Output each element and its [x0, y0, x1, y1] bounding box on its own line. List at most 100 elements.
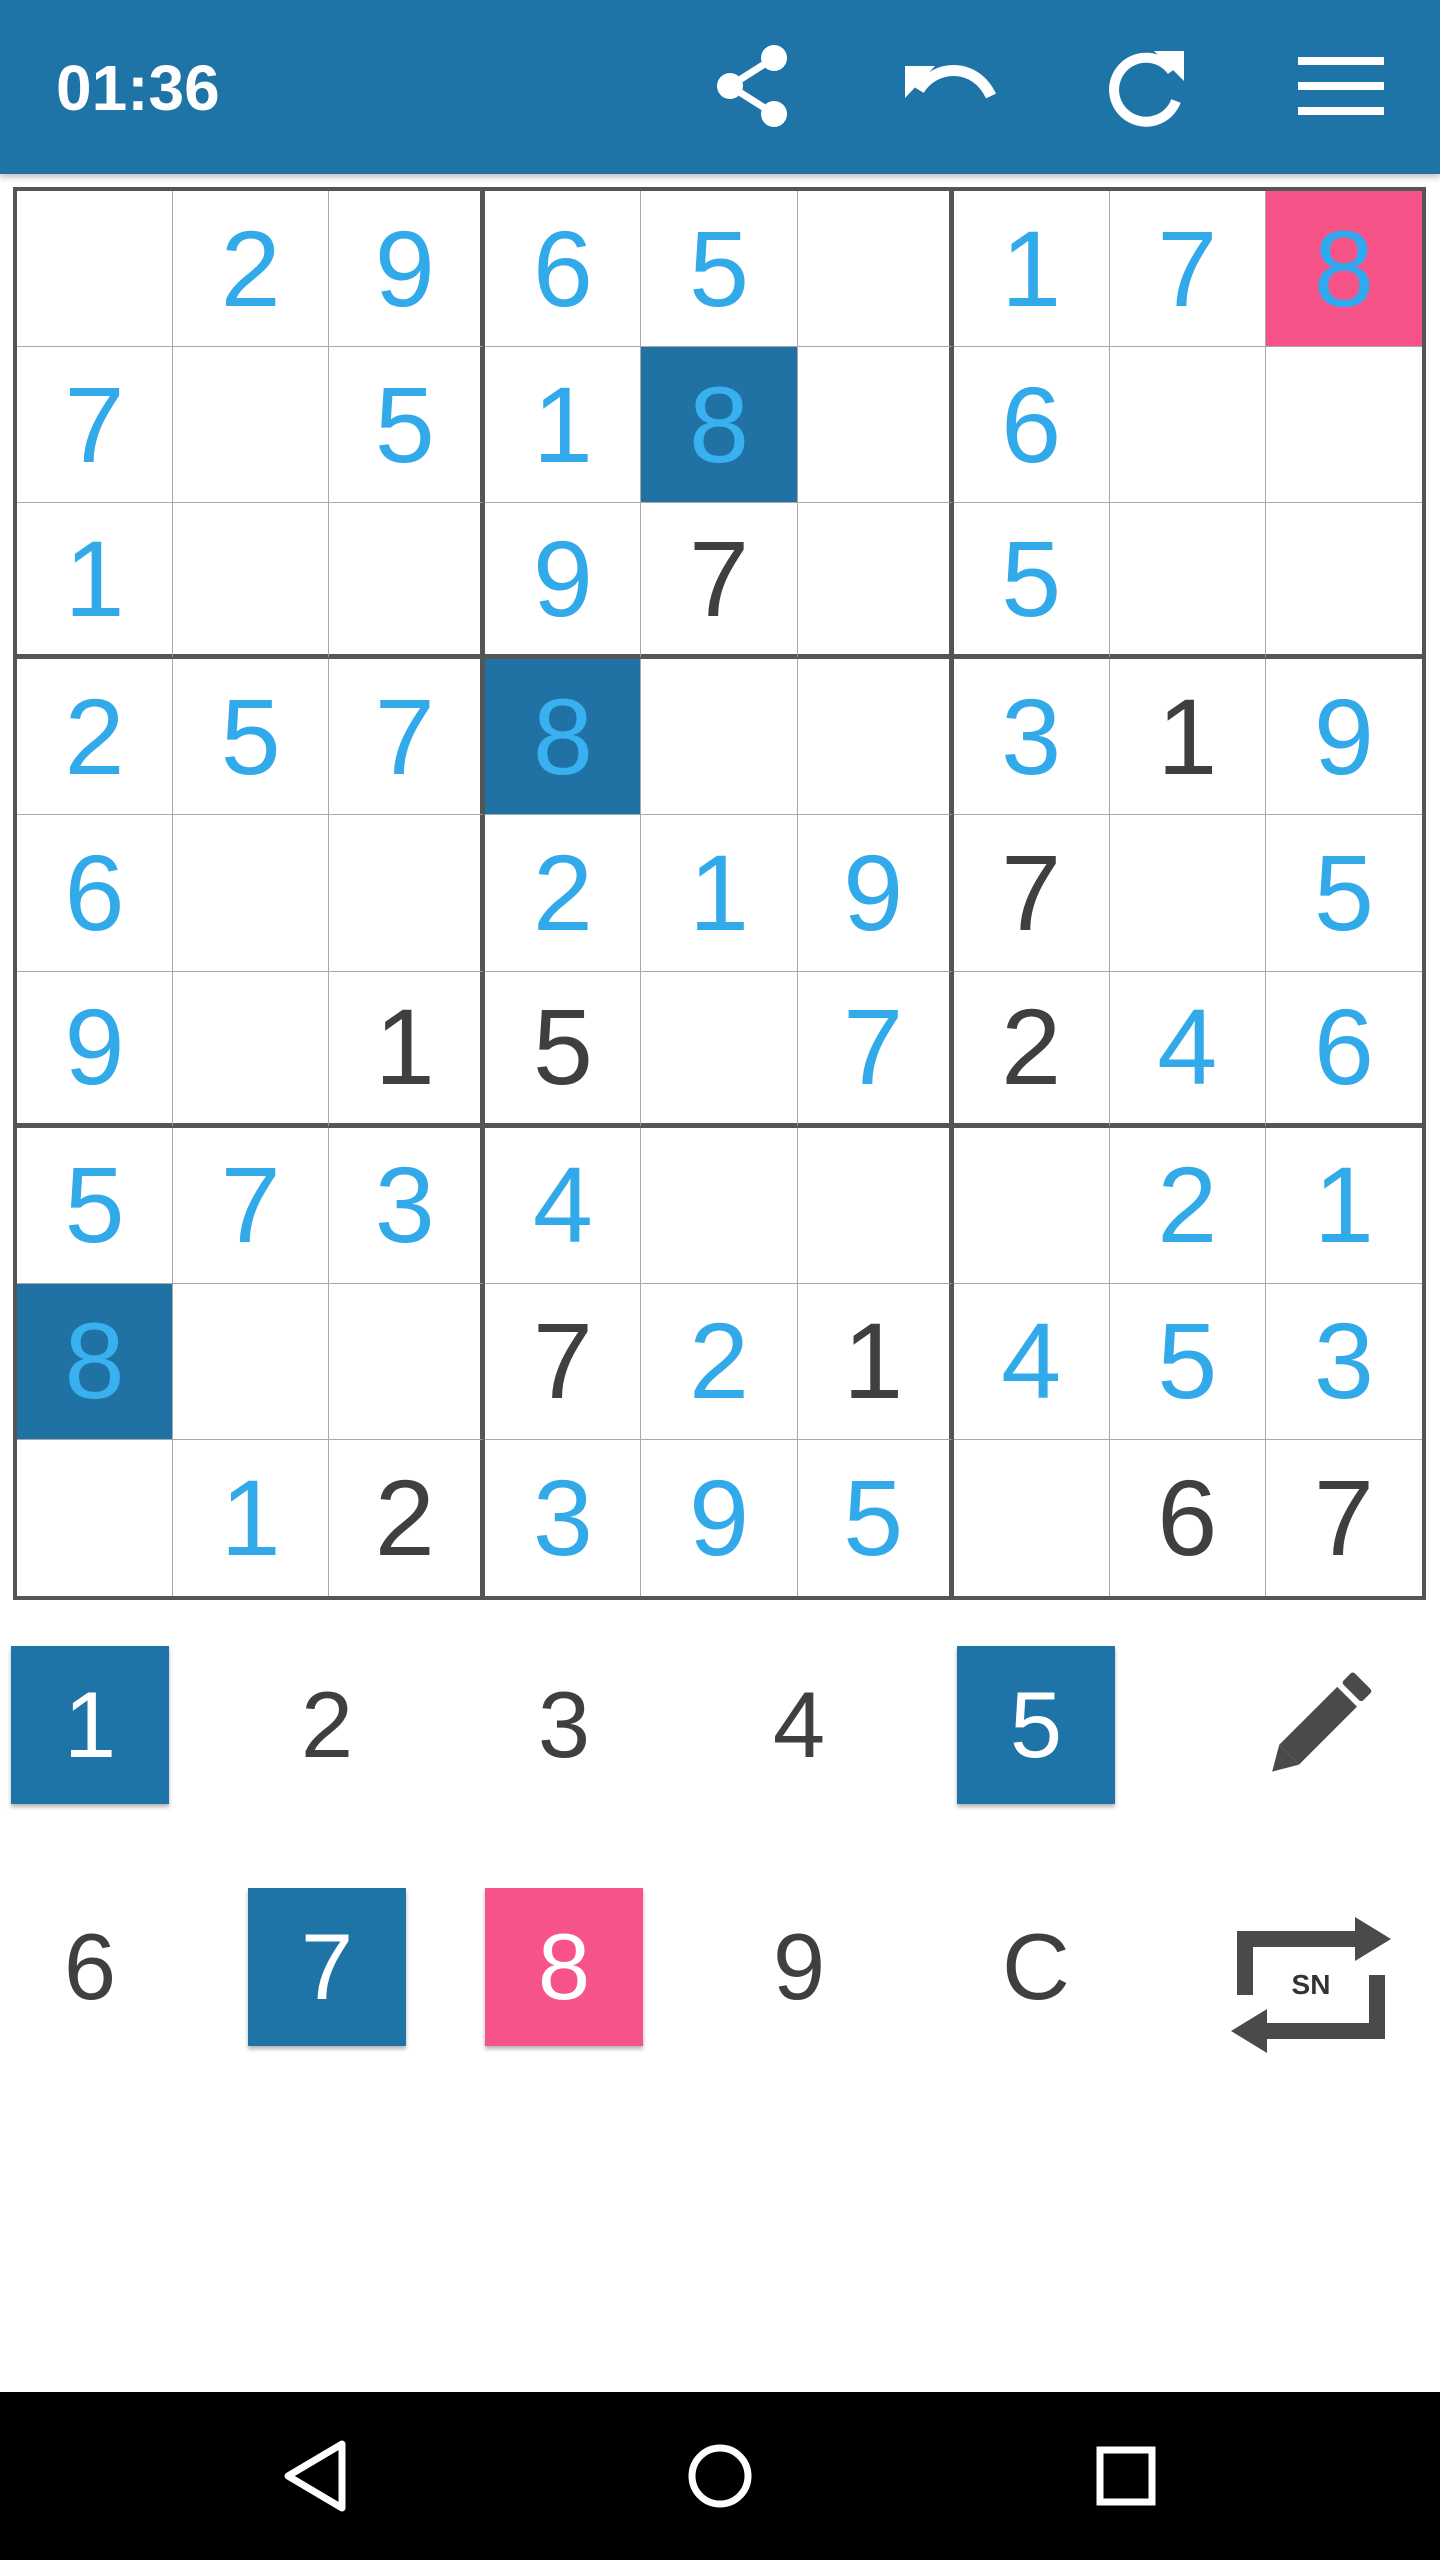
swap-sn-button[interactable]: SN	[1216, 1890, 1406, 2080]
cell-r1c3[interactable]: 9	[329, 191, 486, 348]
cell-r5c2[interactable]	[173, 815, 330, 972]
cell-r3c6[interactable]	[797, 503, 954, 660]
cell-r3c1[interactable]: 1	[17, 503, 174, 660]
digit-key-6[interactable]: 6	[11, 1888, 169, 2046]
cell-r6c9[interactable]: 6	[1265, 972, 1422, 1128]
cell-r9c5[interactable]: 9	[641, 1439, 798, 1596]
cell-r8c6[interactable]: 1	[797, 1283, 954, 1440]
cell-r8c3[interactable]	[329, 1283, 486, 1440]
cell-r5c9[interactable]: 5	[1265, 815, 1422, 972]
cell-r7c8[interactable]: 2	[1109, 1127, 1266, 1284]
digit-key-3[interactable]: 3	[485, 1646, 643, 1804]
digit-key-2[interactable]: 2	[248, 1646, 406, 1804]
cell-r2c2[interactable]	[173, 347, 330, 504]
cell-r3c8[interactable]	[1109, 503, 1266, 660]
cell-r6c1[interactable]: 9	[17, 971, 174, 1128]
cell-r8c5[interactable]: 2	[641, 1283, 798, 1440]
cell-r4c8[interactable]: 1	[1109, 659, 1266, 816]
digit-key-4[interactable]: 4	[720, 1646, 878, 1804]
home-icon[interactable]	[650, 2426, 790, 2526]
cell-r1c1[interactable]	[17, 191, 174, 348]
recents-icon[interactable]	[1056, 2426, 1196, 2526]
cell-r3c9[interactable]	[1265, 503, 1422, 660]
cell-r5c1[interactable]: 6	[17, 815, 174, 972]
cell-r2c7[interactable]: 6	[953, 347, 1110, 504]
cell-r6c5[interactable]	[641, 971, 798, 1128]
cell-r1c2[interactable]: 2	[173, 191, 330, 348]
cell-r9c2[interactable]: 1	[173, 1439, 330, 1596]
cell-r6c7[interactable]: 2	[953, 971, 1110, 1128]
digit-key-9[interactable]: 9	[720, 1888, 878, 2046]
cell-r9c9[interactable]: 7	[1266, 1440, 1422, 1596]
cell-r1c5[interactable]: 5	[641, 191, 798, 348]
digit-key-8[interactable]: 8	[485, 1888, 643, 2046]
cell-r9c4[interactable]: 3	[485, 1439, 642, 1596]
cell-r8c4[interactable]: 7	[485, 1283, 642, 1440]
cell-r2c8[interactable]	[1109, 347, 1266, 504]
cell-r5c4[interactable]: 2	[485, 815, 642, 972]
cell-r3c5[interactable]: 7	[641, 503, 798, 660]
cell-r5c6[interactable]: 9	[797, 815, 954, 972]
cell-r4c3[interactable]: 7	[329, 659, 486, 816]
cell-r5c5[interactable]: 1	[641, 815, 798, 972]
cell-r4c5[interactable]	[641, 659, 798, 816]
pencil-button[interactable]	[1228, 1646, 1404, 1804]
cell-r1c6[interactable]	[797, 191, 954, 348]
cell-r5c8[interactable]	[1109, 815, 1266, 972]
cell-r3c2[interactable]	[173, 503, 330, 660]
cell-r8c8[interactable]: 5	[1109, 1283, 1266, 1440]
cell-r7c9[interactable]: 1	[1265, 1128, 1422, 1284]
cell-r4c9[interactable]: 9	[1265, 659, 1422, 816]
digit-key-5[interactable]: 5	[957, 1646, 1115, 1804]
cell-r8c2[interactable]	[173, 1283, 330, 1440]
cell-r7c2[interactable]: 7	[173, 1127, 330, 1284]
cell-r4c2[interactable]: 5	[173, 659, 330, 816]
cell-r6c6[interactable]: 7	[797, 971, 954, 1128]
undo-icon[interactable]	[894, 36, 1004, 136]
cell-r4c1[interactable]: 2	[17, 659, 174, 816]
cell-r7c7[interactable]	[953, 1127, 1110, 1284]
cell-r6c3[interactable]: 1	[329, 971, 486, 1128]
cell-r1c7[interactable]: 1	[953, 191, 1110, 348]
cell-r4c6[interactable]	[797, 659, 954, 816]
cell-r7c5[interactable]	[641, 1127, 798, 1284]
cell-r5c7[interactable]: 7	[953, 815, 1110, 972]
cell-r1c8[interactable]: 7	[1109, 191, 1266, 348]
digit-key-7[interactable]: 7	[248, 1888, 406, 2046]
cell-r7c6[interactable]	[797, 1127, 954, 1284]
cell-r2c5[interactable]: 8	[641, 347, 798, 504]
cell-r2c9[interactable]	[1265, 347, 1422, 504]
cell-r9c8[interactable]: 6	[1110, 1439, 1266, 1596]
cell-r2c6[interactable]	[797, 347, 954, 504]
share-icon[interactable]	[698, 36, 808, 136]
cell-r5c3[interactable]	[329, 815, 486, 972]
cell-r6c4[interactable]: 5	[485, 971, 642, 1128]
cell-r3c3[interactable]	[329, 503, 486, 660]
cell-r9c3[interactable]: 2	[329, 1439, 486, 1596]
menu-icon[interactable]	[1286, 36, 1396, 136]
cell-r9c6[interactable]: 5	[798, 1439, 954, 1596]
cell-r1c4[interactable]: 6	[485, 191, 642, 348]
cell-r2c3[interactable]: 5	[329, 347, 486, 504]
cell-r2c1[interactable]: 7	[17, 347, 174, 504]
cell-r4c7[interactable]: 3	[953, 659, 1110, 816]
cell-r7c1[interactable]: 5	[17, 1127, 174, 1284]
cell-r4c4[interactable]: 8	[485, 659, 642, 816]
cell-r8c9[interactable]: 3	[1265, 1284, 1422, 1440]
cell-r8c7[interactable]: 4	[953, 1283, 1110, 1440]
cell-r2c4[interactable]: 1	[485, 347, 642, 504]
cell-r6c8[interactable]: 4	[1109, 971, 1266, 1128]
cell-r7c4[interactable]: 4	[485, 1127, 642, 1284]
cell-r7c3[interactable]: 3	[329, 1127, 486, 1284]
cell-r3c7[interactable]: 5	[953, 503, 1110, 660]
cell-r3c4[interactable]: 9	[485, 503, 642, 660]
redo-icon[interactable]	[1092, 36, 1202, 136]
back-icon[interactable]	[245, 2426, 385, 2526]
cell-r1c9[interactable]: 8	[1265, 191, 1422, 348]
clear-key[interactable]: C	[957, 1888, 1115, 2046]
cell-r9c1[interactable]	[17, 1439, 174, 1596]
cell-r9c7[interactable]	[954, 1439, 1110, 1596]
digit-key-1[interactable]: 1	[11, 1646, 169, 1804]
cell-r6c2[interactable]	[173, 971, 330, 1128]
cell-r8c1[interactable]: 8	[17, 1283, 174, 1440]
